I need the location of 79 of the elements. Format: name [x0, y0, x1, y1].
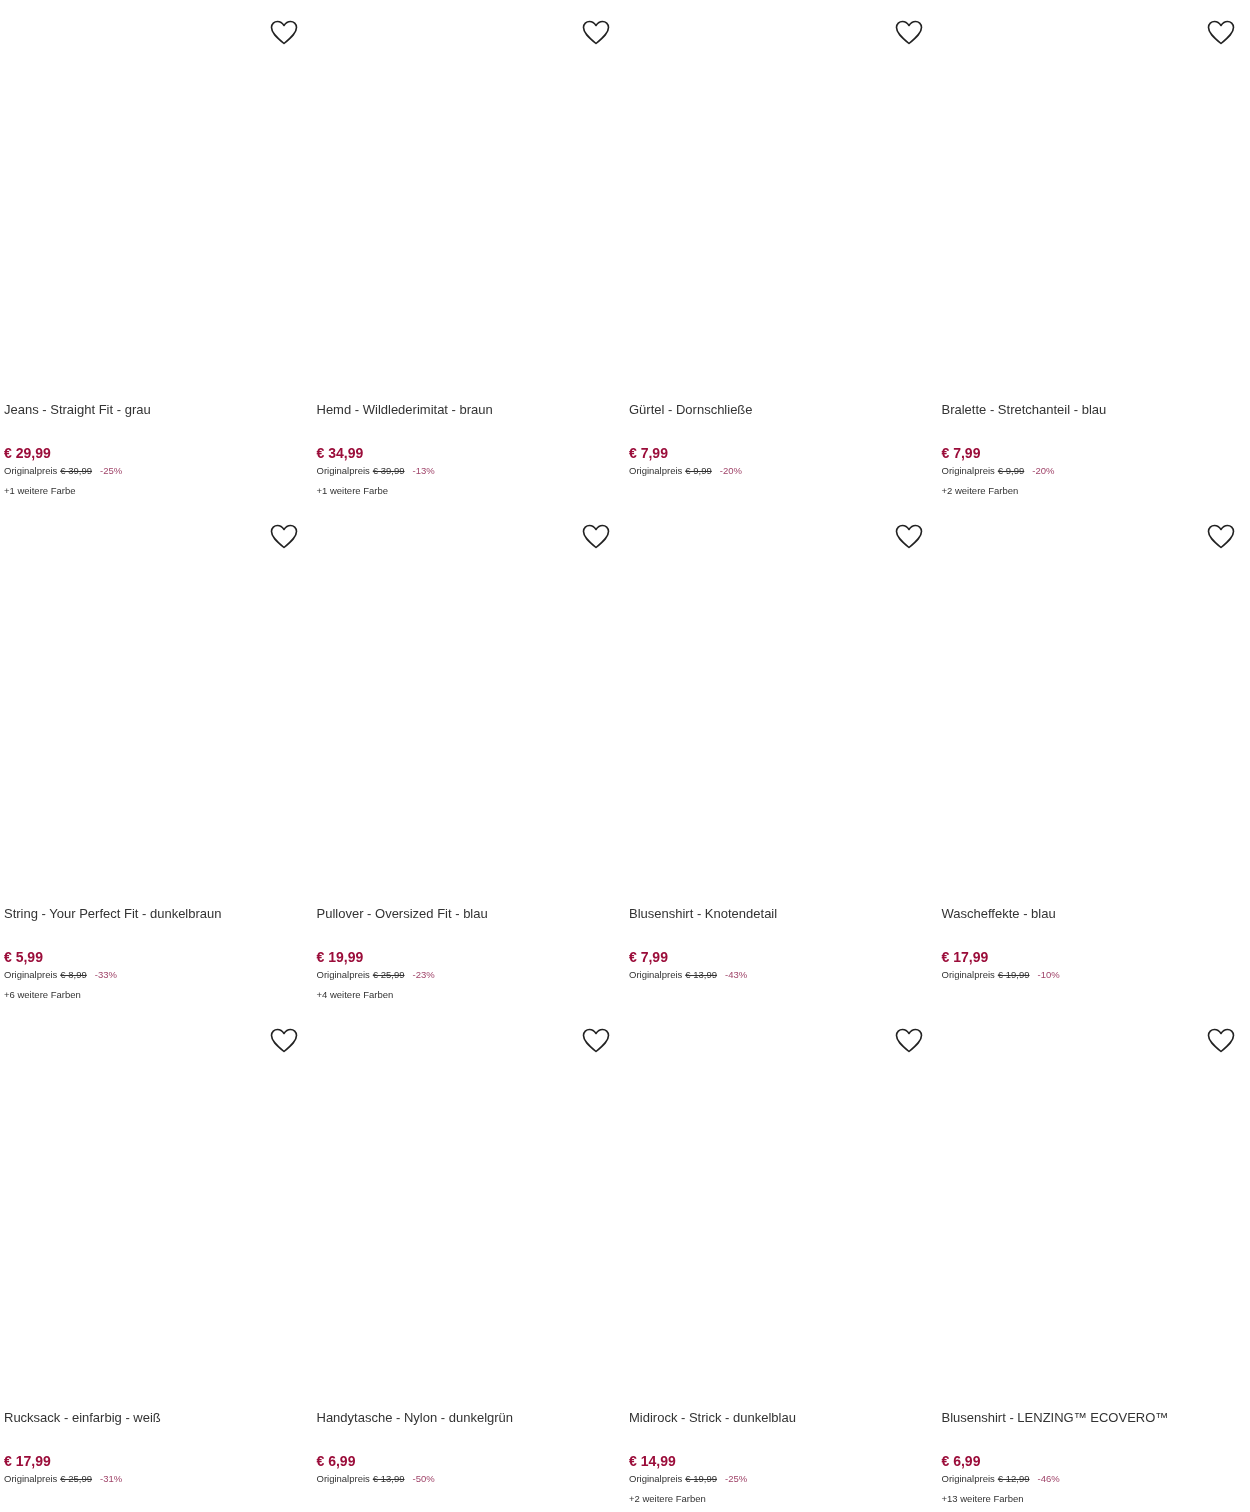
color-variants-text: +1 weitere Farbe: [316, 484, 389, 498]
price: € 7,99: [941, 444, 981, 462]
original-price: € 39,99: [60, 464, 93, 478]
color-variants-text: +4 weitere Farben: [316, 988, 394, 1002]
product-title[interactable]: Gürtel - Dornschließe: [629, 400, 938, 420]
original-price: € 25,99: [372, 968, 405, 982]
discount-label: -46%: [1037, 1472, 1060, 1486]
product-title[interactable]: Wascheffekte - blau: [941, 904, 1250, 924]
heart-icon[interactable]: [1206, 18, 1236, 46]
heart-icon[interactable]: [893, 522, 924, 550]
original-price-label: Originalpreis: [941, 968, 995, 982]
product-title[interactable]: Pullover - Oversized Fit - blau: [316, 904, 625, 924]
product-title[interactable]: Rucksack - einfarbig - weiß: [4, 1408, 313, 1428]
price: € 34,99: [316, 444, 364, 462]
heart-icon[interactable]: [268, 522, 299, 550]
original-price-label: Originalpreis: [316, 464, 370, 478]
heart-icon[interactable]: [581, 1026, 611, 1054]
discount-label: -33%: [94, 968, 117, 982]
original-price-label: Originalpreis: [629, 968, 683, 982]
price: € 14,99: [629, 1452, 676, 1470]
heart-icon[interactable]: [581, 522, 611, 550]
discount-label: -25%: [725, 1472, 748, 1486]
original-price: € 12,99: [997, 1472, 1030, 1486]
price: € 7,99: [629, 948, 668, 966]
original-price: € 9,99: [685, 464, 712, 478]
color-variants-text: +6 weitere Farben: [4, 988, 81, 1002]
original-price: € 9,99: [997, 464, 1025, 478]
discount-label: -50%: [412, 1472, 435, 1486]
product-title[interactable]: Midirock - Strick - dunkelblau: [629, 1408, 938, 1428]
color-variants-text: +13 weitere Farben: [941, 1492, 1024, 1506]
heart-icon[interactable]: [581, 18, 611, 46]
original-price: € 25,99: [60, 1472, 93, 1486]
discount-label: -20%: [719, 464, 742, 478]
price: € 7,99: [629, 444, 668, 462]
original-price-label: Originalpreis: [4, 1472, 58, 1486]
discount-label: -23%: [412, 968, 435, 982]
original-price: € 19,99: [997, 968, 1030, 982]
original-price-label: Originalpreis: [316, 1472, 370, 1486]
discount-label: -31%: [100, 1472, 123, 1486]
original-price-label: Originalpreis: [316, 968, 370, 982]
original-price: € 13,99: [685, 968, 718, 982]
color-variants-text: +2 weitere Farben: [941, 484, 1019, 498]
product-title[interactable]: Blusenshirt - Knotendetail: [629, 904, 938, 924]
product-title[interactable]: Bralette - Stretchanteil - blau: [941, 400, 1250, 420]
original-price: € 8,99: [60, 968, 87, 982]
product-title[interactable]: Hemd - Wildlederimitat - braun: [316, 400, 625, 420]
heart-icon[interactable]: [268, 1026, 299, 1054]
heart-icon[interactable]: [893, 1026, 924, 1054]
product-title[interactable]: Blusenshirt - LENZING™ ECOVERO™: [941, 1408, 1250, 1428]
heart-icon[interactable]: [893, 18, 924, 46]
original-price: € 19,99: [685, 1472, 718, 1486]
color-variants-text: +2 weitere Farben: [629, 1492, 706, 1506]
price: € 6,99: [316, 1452, 356, 1470]
price: € 5,99: [4, 948, 43, 966]
price: € 17,99: [941, 948, 989, 966]
discount-label: -25%: [100, 464, 123, 478]
original-price-label: Originalpreis: [941, 1472, 995, 1486]
discount-label: -10%: [1037, 968, 1060, 982]
original-price-label: Originalpreis: [629, 464, 683, 478]
original-price: € 39,99: [372, 464, 405, 478]
discount-label: -13%: [412, 464, 435, 478]
product-title[interactable]: Handytasche - Nylon - dunkelgrün: [316, 1408, 625, 1428]
original-price: € 13,99: [372, 1472, 405, 1486]
heart-icon[interactable]: [1206, 522, 1236, 550]
heart-icon[interactable]: [1206, 1026, 1236, 1054]
product-title[interactable]: Jeans - Straight Fit - grau: [4, 400, 313, 420]
price: € 6,99: [941, 1452, 981, 1470]
discount-label: -20%: [1032, 464, 1055, 478]
original-price-label: Originalpreis: [629, 1472, 683, 1486]
original-price-label: Originalpreis: [941, 464, 995, 478]
product-title[interactable]: String - Your Perfect Fit - dunkelbraun: [4, 904, 313, 924]
discount-label: -43%: [725, 968, 748, 982]
original-price-label: Originalpreis: [4, 968, 58, 982]
price: € 29,99: [4, 444, 51, 462]
original-price-label: Originalpreis: [4, 464, 58, 478]
price: € 17,99: [4, 1452, 51, 1470]
price: € 19,99: [316, 948, 364, 966]
color-variants-text: +1 weitere Farbe: [4, 484, 76, 498]
heart-icon[interactable]: [268, 18, 299, 46]
